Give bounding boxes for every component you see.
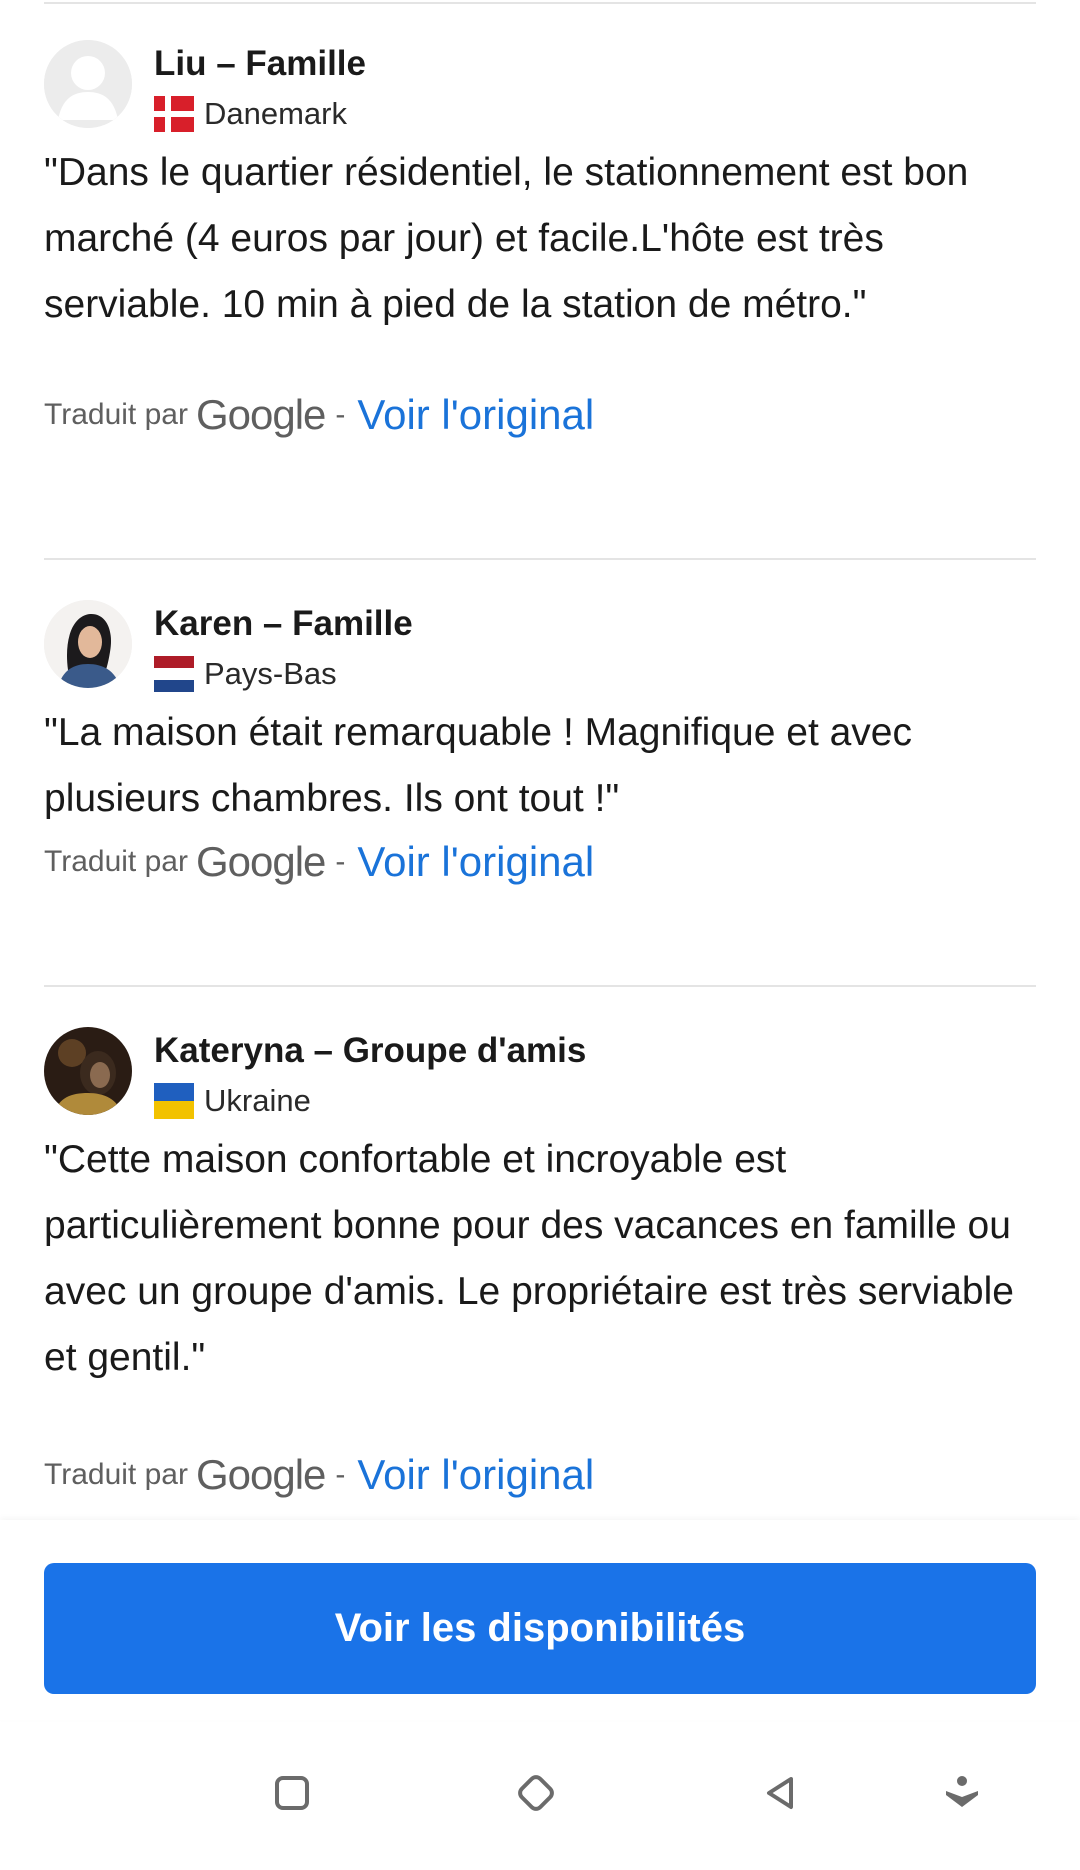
review-divider — [44, 985, 1036, 987]
country-row: Danemark — [154, 94, 347, 134]
denmark-flag-icon — [154, 96, 194, 132]
separator: - — [335, 1458, 346, 1491]
review-divider — [44, 558, 1036, 560]
review-text: "La maison était remarquable ! Magnifiqu… — [44, 711, 912, 820]
review-header: Liu – Famille Danemark — [44, 40, 1036, 150]
translated-by-label: Traduit par — [44, 1458, 188, 1491]
review-header: Kateryna – Groupe d'amis Ukraine — [44, 1027, 1036, 1137]
translated-by-label: Traduit par — [44, 845, 188, 878]
see-original-link[interactable]: Voir l'original — [357, 391, 594, 439]
review-text: "Dans le quartier résidentiel, le statio… — [44, 151, 969, 326]
separator: - — [335, 398, 346, 431]
translation-row: Traduit par Google - Voir l'original — [44, 1445, 594, 1505]
user-photo-avatar — [44, 600, 132, 688]
back-icon[interactable] — [751, 1763, 811, 1823]
country-row: Ukraine — [154, 1081, 311, 1121]
default-avatar-icon — [44, 40, 132, 128]
translation-row: Traduit par Google - Voir l'original — [44, 832, 594, 892]
google-logo: Google — [195, 391, 326, 438]
google-logo: Google — [195, 1451, 326, 1498]
reviewer-name: Kateryna – Groupe d'amis — [154, 1031, 587, 1070]
reviewer-name: Liu – Famille — [154, 44, 366, 83]
country-name: Ukraine — [204, 1083, 311, 1118]
country-name: Pays-Bas — [204, 656, 337, 691]
see-original-link[interactable]: Voir l'original — [357, 838, 594, 886]
review-card: Karen – Famille Pays-Bas "La maison étai… — [44, 600, 1036, 940]
translation-row: Traduit par Google - Voir l'original — [44, 385, 594, 445]
netherlands-flag-icon — [154, 656, 194, 692]
system-nav-bar — [0, 1745, 1080, 1855]
review-card: Liu – Famille Danemark "Dans le quartier… — [44, 40, 1036, 460]
translated-by-label: Traduit par — [44, 398, 188, 431]
separator: - — [335, 845, 346, 878]
country-name: Danemark — [204, 96, 347, 131]
review-header: Karen – Famille Pays-Bas — [44, 600, 1036, 710]
accessibility-icon[interactable] — [932, 1763, 992, 1823]
ukraine-flag-icon — [154, 1083, 194, 1119]
home-icon[interactable] — [506, 1763, 566, 1823]
user-photo-avatar — [44, 1027, 132, 1115]
country-row: Pays-Bas — [154, 654, 337, 694]
cta-area: Voir les disponibilités — [0, 1520, 1080, 1720]
check-availability-button[interactable]: Voir les disponibilités — [44, 1563, 1036, 1694]
reviewer-name: Karen – Famille — [154, 604, 413, 643]
google-logo: Google — [195, 838, 326, 885]
recent-apps-icon[interactable] — [262, 1763, 322, 1823]
review-card: Kateryna – Groupe d'amis Ukraine "Cette … — [44, 1027, 1036, 1517]
review-text: "Cette maison confortable et incroyable … — [44, 1138, 1014, 1379]
see-original-link[interactable]: Voir l'original — [357, 1451, 594, 1499]
top-divider — [44, 2, 1036, 4]
